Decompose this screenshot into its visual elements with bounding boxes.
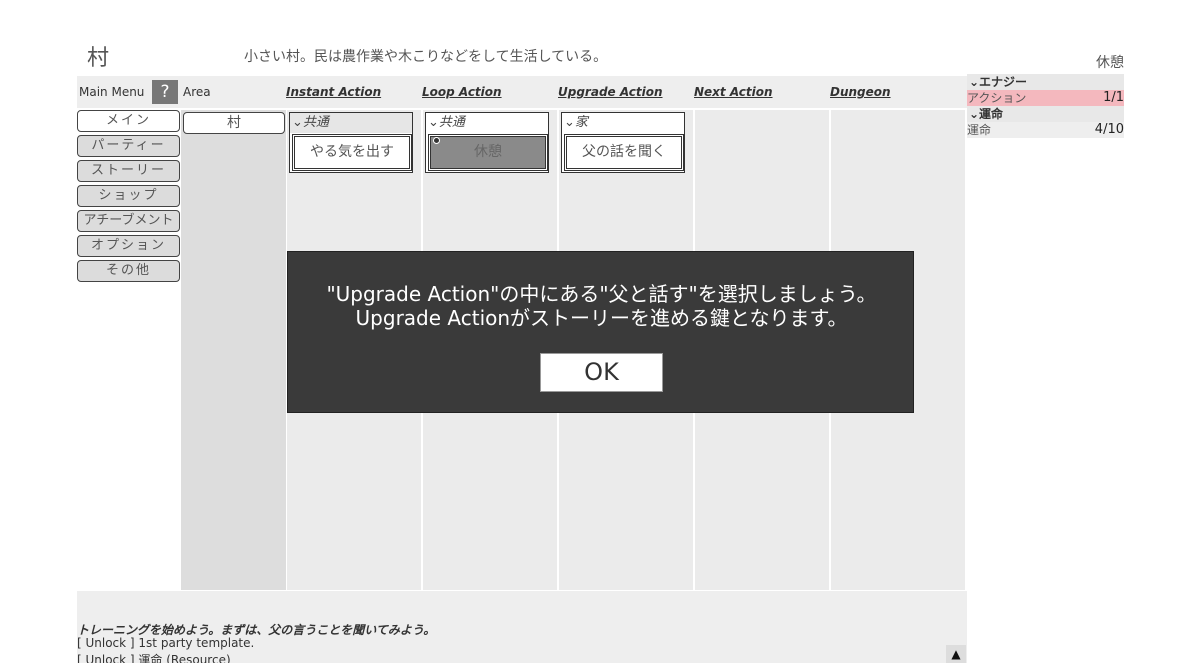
fate-resource-value: 4/10 [1094,122,1124,137]
scroll-up-icon[interactable]: ▲ [946,645,966,663]
action-button-label: 休憩 [474,144,502,160]
group-toggle[interactable]: ⌄共通 [290,113,412,133]
message-log: トレーニングを始めよう。まずは、父の言うことを聞いてみよう。 [ Unlock … [77,591,967,663]
dialog-line-2: Upgrade Actionがストーリーを進める鍵となります。 [355,306,848,330]
loop-action-group: ⌄共通 休憩 [425,112,549,173]
area-description: 小さい村。民は農作業や木こりなどをして生活している。 [244,49,608,65]
tutorial-dialog: "Upgrade Action"の中にある"父と話す"を選択しましょう。 Upg… [287,251,914,413]
action-resource-row: アクション 1/1 [967,90,1124,106]
resource-panel: ⌄エナジー アクション 1/1 ⌄運命 運命 4/10 [967,74,1124,138]
action-button-motivate[interactable]: やる気を出す [292,134,412,171]
menu-item-other[interactable]: その他 [77,260,180,282]
energy-header[interactable]: ⌄エナジー [967,74,1124,90]
help-button[interactable]: ? [152,80,178,104]
menu-item-main[interactable]: メイン [77,110,180,132]
dialog-message: "Upgrade Action"の中にある"父と話す"を選択しましょう。 Upg… [288,282,915,330]
active-dot-icon [433,137,440,144]
menu-item-options[interactable]: オプション [77,235,180,257]
group-toggle[interactable]: ⌄家 [562,113,684,133]
menu-item-party[interactable]: パーティー [77,135,180,157]
action-button-listen-father[interactable]: 父の話を聞く [564,134,684,171]
log-line: [ Unlock ] 運命 (Resource) [77,653,231,663]
fate-resource-row: 運命 4/10 [967,122,1124,138]
area-item-village[interactable]: 村 [183,112,285,134]
menu-item-shop[interactable]: ショップ [77,185,180,207]
area-label: Area [183,85,211,99]
instant-action-group: ⌄共通 やる気を出す [289,112,413,173]
upgrade-action-group: ⌄家 父の話を聞く [561,112,685,173]
instant-action-header: Instant Action [286,85,382,99]
upgrade-action-header: Upgrade Action [558,85,663,99]
action-resource-label: アクション [967,91,1027,105]
group-toggle[interactable]: ⌄共通 [426,113,548,133]
main-menu-label: Main Menu [79,85,145,99]
next-action-header: Next Action [694,85,773,99]
ok-button[interactable]: OK [540,353,663,392]
dialog-line-1: "Upgrade Action"の中にある"父と話す"を選択しましょう。 [326,282,877,306]
log-line: [ Unlock ] 1st party template. [77,636,255,650]
fate-header[interactable]: ⌄運命 [967,106,1124,122]
loop-action-header: Loop Action [422,85,502,99]
action-button-rest[interactable]: 休憩 [428,134,548,171]
column-header-row: Main Menu ? Area Instant Action Loop Act… [77,76,967,108]
fate-resource-label: 運命 [967,123,992,137]
area-list: 村 [181,110,286,590]
menu-item-story[interactable]: ストーリー [77,160,180,182]
area-title: 村 [87,46,110,71]
action-resource-value: 1/1 [1103,90,1124,105]
dungeon-header: Dungeon [830,85,891,99]
menu-item-achievement[interactable]: アチーブメント [77,210,180,232]
main-menu: メイン パーティー ストーリー ショップ アチーブメント オプション その他 [77,110,181,285]
current-status: 休憩 [1096,55,1124,71]
